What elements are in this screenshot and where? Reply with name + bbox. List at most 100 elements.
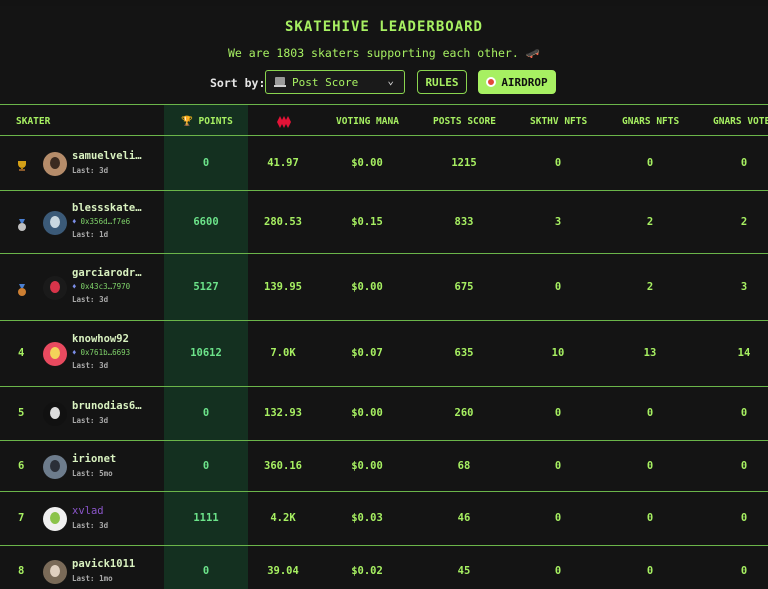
ethereum-icon: ♦ xyxy=(72,216,77,226)
target-icon xyxy=(486,77,497,87)
rank-number: 5 xyxy=(18,407,25,419)
skthv-nfts-value: 0 xyxy=(554,512,562,524)
sort-select[interactable]: Post Score ⌄ xyxy=(265,70,405,94)
skthv-nfts-value: 0 xyxy=(554,459,562,472)
col-gnars-nfts[interactable]: GNARS NFTS xyxy=(622,116,679,127)
gnars-votes-value: 3 xyxy=(740,280,748,293)
posts-score-value: 635 xyxy=(454,347,474,359)
hive-icon xyxy=(277,116,291,128)
gnars-nfts-value: 0 xyxy=(646,407,654,419)
col-posts-score[interactable]: POSTS SCORE xyxy=(433,116,496,127)
hive-value: 4.2K xyxy=(270,512,296,524)
username-link[interactable]: irionet xyxy=(72,453,116,465)
table-row[interactable]: 7 xvlad Last: 3d 1111 4.2K $0.03 46 0 0 0 xyxy=(0,492,768,546)
hive-value: 280.53 xyxy=(264,215,302,228)
voting-mana-value: $0.07 xyxy=(351,347,383,359)
gnars-nfts-value: 0 xyxy=(646,156,654,169)
avatar[interactable] xyxy=(43,559,67,584)
last-active: Last: 1mo xyxy=(72,573,113,583)
col-hive[interactable] xyxy=(277,116,291,131)
gnars-nfts-value: 2 xyxy=(646,215,654,228)
col-points[interactable]: 🏆 POINTS xyxy=(181,116,233,127)
username-link[interactable]: pavick1011 xyxy=(72,558,135,570)
col-skater[interactable]: SKATER xyxy=(16,116,50,127)
ethereum-icon: ♦ xyxy=(72,348,77,357)
avatar[interactable] xyxy=(43,151,67,176)
col-gnars-votes[interactable]: GNARS VOTE xyxy=(713,116,768,127)
col-voting-mana[interactable]: VOTING MANA xyxy=(336,116,399,127)
hive-value: 39.04 xyxy=(267,564,299,577)
voting-mana-value: $0.00 xyxy=(351,407,383,419)
last-active: Last: 5mo xyxy=(72,468,113,478)
wallet-address[interactable]: ♦ 0x761b…6693 xyxy=(72,348,130,357)
avatar[interactable] xyxy=(43,507,67,531)
avatar[interactable] xyxy=(43,454,67,479)
hive-value: 360.16 xyxy=(264,459,302,472)
leaderboard-panel: SKATEHIVE LEADERBOARD We are 1803 skater… xyxy=(0,6,768,589)
username-link[interactable]: blessskate… xyxy=(72,202,142,214)
table-row[interactable]: 8 pavick1011 Last: 1mo 0 39.04 $0.02 45 0 0 0 xyxy=(0,546,768,589)
posts-score-value: 46 xyxy=(457,512,471,524)
laptop-icon xyxy=(274,77,286,87)
points-value: 0 xyxy=(202,407,210,419)
posts-score-value: 45 xyxy=(457,564,471,577)
username-link[interactable]: xvlad xyxy=(72,505,104,517)
avatar[interactable] xyxy=(43,402,67,426)
username-link[interactable]: brunodias6… xyxy=(72,400,142,412)
gnars-votes-value: 0 xyxy=(740,156,748,169)
voting-mana-value: $0.03 xyxy=(351,512,383,524)
last-active: Last: 3d xyxy=(72,294,109,304)
gnars-nfts-value: 2 xyxy=(646,280,654,293)
username-link[interactable]: garciarodr… xyxy=(72,267,142,279)
posts-score-value: 833 xyxy=(454,215,474,228)
last-active: Last: 3d xyxy=(72,521,109,530)
col-skthv-nfts[interactable]: SKTHV NFTS xyxy=(530,116,587,127)
avatar[interactable] xyxy=(43,210,67,235)
gnars-votes-value: 0 xyxy=(740,512,748,524)
table-row[interactable]: blessskate… ♦ 0x356d…f7e6 Last: 1d 6600 280.5… xyxy=(0,191,768,254)
skthv-nfts-value: 0 xyxy=(554,156,562,169)
voting-mana-value: $0.15 xyxy=(351,215,383,228)
rules-button[interactable]: RULES xyxy=(417,70,467,94)
rank-number: 7 xyxy=(18,512,25,524)
last-active: Last: 3d xyxy=(72,165,109,175)
table-row[interactable]: 5 brunodias6… Last: 3d 0 132.93 $0.00 260 0 0 0 xyxy=(0,387,768,441)
posts-score-value: 675 xyxy=(454,280,474,293)
hive-value: 139.95 xyxy=(264,280,302,293)
airdrop-button[interactable]: AIRDROP xyxy=(478,70,556,94)
wallet-text: 0x43c3…7970 xyxy=(80,281,131,291)
wallet-address[interactable]: ♦ 0x356d…f7e6 xyxy=(72,217,130,226)
bronze-medal-icon xyxy=(16,281,28,296)
points-value: 0 xyxy=(202,564,210,577)
username-link[interactable]: knowhow92 xyxy=(72,333,129,345)
gnars-nfts-value: 0 xyxy=(646,564,654,577)
skthv-nfts-value: 3 xyxy=(554,215,562,228)
table-row[interactable]: garciarodr… ♦ 0x43c3…7970 Last: 3d 5127 139.9… xyxy=(0,254,768,321)
posts-score-value: 260 xyxy=(454,407,474,419)
table-row[interactable]: samuelveli… Last: 3d 0 41.97 $0.00 1215 0 0 0 xyxy=(0,136,768,191)
gnars-nfts-value: 0 xyxy=(646,512,654,524)
posts-score-value: 1215 xyxy=(451,156,477,169)
hive-value: 41.97 xyxy=(267,156,299,169)
table-row[interactable]: 4 knowhow92 ♦ 0x761b…6693 Last: 3d 10612 7.0K $… xyxy=(0,321,768,387)
wallet-text: 0x356d…f7e6 xyxy=(80,216,131,226)
wallet-address[interactable]: ♦ 0x43c3…7970 xyxy=(72,282,130,291)
table-row[interactable]: 6 irionet Last: 5mo 0 360.16 $0.00 68 0 0 0 xyxy=(0,441,768,492)
voting-mana-value: $0.00 xyxy=(351,156,383,169)
gnars-votes-value: 0 xyxy=(740,407,748,419)
points-value: 0 xyxy=(202,156,210,169)
chevron-down-icon: ⌄ xyxy=(387,74,394,87)
last-active: Last: 1d xyxy=(72,229,109,239)
sort-label: Sort by: xyxy=(210,76,266,90)
page-title: SKATEHIVE LEADERBOARD xyxy=(284,19,483,35)
avatar[interactable] xyxy=(43,275,67,300)
airdrop-label: AIRDROP xyxy=(501,75,548,89)
username-link[interactable]: samuelveli… xyxy=(72,150,142,162)
subtitle: We are 1803 skaters supporting each othe… xyxy=(227,46,541,60)
voting-mana-value: $0.00 xyxy=(351,280,383,293)
voting-mana-value: $0.02 xyxy=(351,564,383,577)
rank-number: 6 xyxy=(18,459,25,472)
skthv-nfts-value: 10 xyxy=(551,347,565,359)
avatar[interactable] xyxy=(43,342,67,366)
posts-score-value: 68 xyxy=(457,459,471,472)
